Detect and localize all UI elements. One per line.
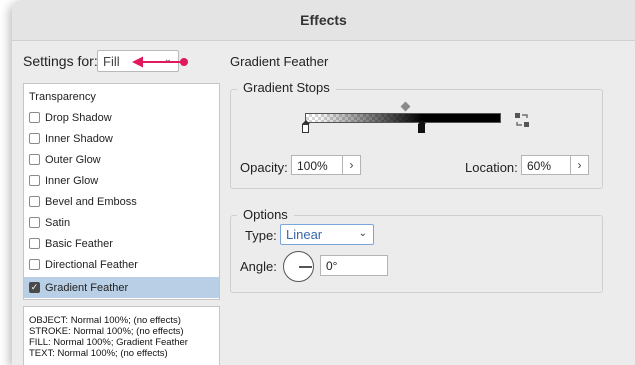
effects-list: Transparency Drop Shadow Inner Shadow Ou… [23, 83, 220, 300]
checkbox[interactable] [29, 112, 40, 123]
summary-line: STROKE: Normal 100%; (no effects) [29, 326, 184, 337]
list-item-basic-feather[interactable]: Basic Feather [24, 233, 219, 254]
checkbox[interactable] [29, 154, 40, 165]
checkbox[interactable] [29, 238, 40, 249]
location-input[interactable]: 60% [521, 155, 571, 175]
opacity-stepper-button[interactable]: › [343, 155, 361, 175]
location-stepper-button[interactable]: › [571, 155, 589, 175]
list-header-transparency[interactable]: Transparency [24, 86, 219, 107]
type-value: Linear [286, 227, 323, 242]
checkbox[interactable] [29, 133, 40, 144]
list-item-bevel-and-emboss[interactable]: Bevel and Emboss [24, 191, 219, 212]
location-label: Location: [465, 160, 518, 175]
title-bar: Effects [12, 0, 635, 41]
panel-title: Gradient Feather [230, 54, 329, 69]
list-item-directional-feather[interactable]: Directional Feather [24, 254, 219, 275]
opacity-input[interactable]: 100% [291, 155, 343, 175]
dialog-title: Effects [300, 12, 347, 28]
list-item-inner-shadow[interactable]: Inner Shadow [24, 128, 219, 149]
type-select[interactable]: Linear ⌄ [280, 224, 374, 245]
list-item-gradient-feather[interactable]: ✓ Gradient Feather [24, 277, 219, 298]
gradient-ramp[interactable] [305, 113, 501, 123]
reverse-gradient-icon[interactable] [514, 111, 530, 129]
settings-for-label: Settings for: [23, 53, 98, 69]
opacity-label: Opacity: [240, 160, 288, 175]
type-label: Type: [245, 228, 277, 243]
settings-for-value: Fill [103, 54, 120, 69]
angle-label: Angle: [240, 259, 277, 274]
chevron-down-icon: ⌄ [358, 228, 367, 239]
angle-dial-icon[interactable] [283, 251, 314, 282]
checkbox-checked[interactable]: ✓ [29, 282, 40, 293]
checkbox[interactable] [29, 196, 40, 207]
gradient-stops-label: Gradient Stops [237, 80, 336, 95]
list-item-inner-glow[interactable]: Inner Glow [24, 170, 219, 191]
summary-line: FILL: Normal 100%; Gradient Feather [29, 337, 188, 348]
summary-line: OBJECT: Normal 100%; (no effects) [29, 315, 181, 326]
effects-dialog: Effects Settings for: Fill ⌄ Transparenc… [12, 0, 635, 365]
checkbox[interactable] [29, 175, 40, 186]
list-item-outer-glow[interactable]: Outer Glow [24, 149, 219, 170]
list-item-drop-shadow[interactable]: Drop Shadow [24, 107, 219, 128]
annotation-arrow-icon [132, 56, 188, 68]
options-label: Options [237, 207, 294, 222]
summary-line: TEXT: Normal 100%; (no effects) [29, 348, 168, 359]
angle-input[interactable]: 0° [320, 255, 388, 276]
checkbox[interactable] [29, 259, 40, 270]
effects-summary: OBJECT: Normal 100%; (no effects) STROKE… [23, 306, 220, 365]
checkbox[interactable] [29, 217, 40, 228]
list-item-satin[interactable]: Satin [24, 212, 219, 233]
